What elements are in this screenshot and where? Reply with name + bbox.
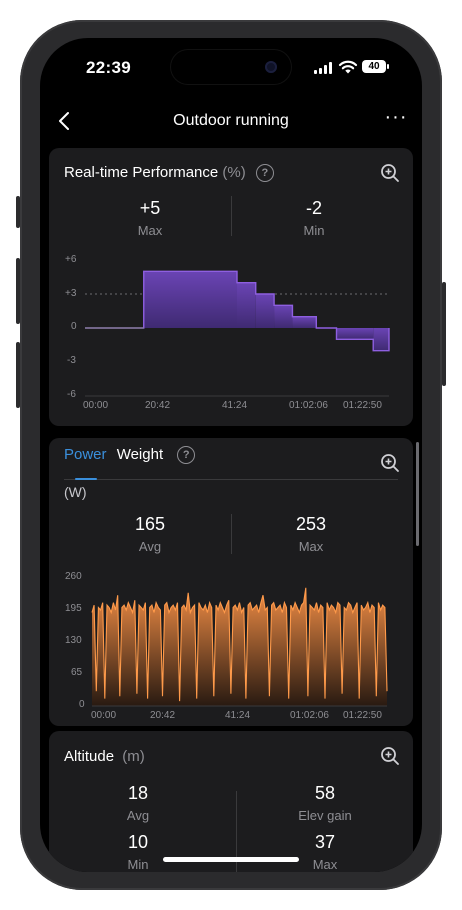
x-tick-label: 01:02:06 <box>289 400 328 411</box>
x-tick-label: 20:42 <box>150 710 176 721</box>
status-bar: 22:39 40 <box>40 38 422 98</box>
performance-step-bar <box>373 328 389 351</box>
wifi-icon <box>338 60 358 74</box>
x-tick-label: 41:24 <box>222 400 248 411</box>
home-indicator[interactable] <box>163 857 299 862</box>
dynamic-island <box>171 50 291 84</box>
performance-step-bar <box>292 316 317 328</box>
x-tick-label: 01:02:06 <box>290 710 329 721</box>
x-tick-label: 20:42 <box>145 400 171 411</box>
stat-value: 58 <box>314 783 336 803</box>
stat-label: Avg <box>126 808 150 823</box>
altitude-unit: (m) <box>122 748 145 765</box>
stat-value: 10 <box>127 832 149 852</box>
stat-label: Elev gain <box>298 808 352 823</box>
power-button[interactable] <box>442 282 446 386</box>
performance-step-bar <box>237 282 256 328</box>
x-tick-label: 00:00 <box>91 710 117 721</box>
performance-step-bar <box>336 328 374 340</box>
screen: 22:39 40 Outdoor running ··· Real-time P… <box>40 38 422 872</box>
performance-chart <box>85 270 390 397</box>
altitude-title-text: Altitude <box>64 748 115 765</box>
stat-value: 37 <box>314 832 336 852</box>
nav-bar: Outdoor running ··· <box>40 104 422 140</box>
x-tick-label: 01:22:50 <box>343 400 382 411</box>
scrollbar[interactable] <box>416 442 419 546</box>
x-tick-label: 41:24 <box>225 710 251 721</box>
zoom-in-icon[interactable] <box>379 745 401 767</box>
more-options-icon[interactable]: ··· <box>384 107 408 132</box>
status-time: 22:39 <box>86 58 131 77</box>
power-card: Power Weight ? (W) 165 Avg 253 Max 260 1… <box>49 438 413 726</box>
altitude-max-stat: 37 Max <box>245 832 405 872</box>
performance-step-bar <box>143 271 237 328</box>
performance-step-bar <box>274 305 293 328</box>
altitude-card: Altitude (m) 18 Avg 58 Elev gain 10 Min … <box>49 731 413 872</box>
altitude-avg-stat: 18 Avg <box>58 783 218 823</box>
x-tick-label: 00:00 <box>83 400 109 411</box>
cellular-signal-icon <box>314 62 334 74</box>
stat-value: 18 <box>127 783 149 803</box>
power-chart <box>91 587 388 707</box>
camera-icon <box>265 61 277 73</box>
altitude-elev-gain-stat: 58 Elev gain <box>245 783 405 823</box>
altitude-title: Altitude (m) <box>64 748 145 765</box>
battery-icon: 40 <box>362 60 389 73</box>
performance-step-bar <box>255 294 275 328</box>
x-tick-label: 01:22:50 <box>343 710 382 721</box>
page-title: Outdoor running <box>173 112 289 129</box>
performance-card: Real-time Performance (%) ? +5 Max -2 Mi… <box>49 148 413 426</box>
altitude-min-stat: 10 Min <box>58 832 218 872</box>
